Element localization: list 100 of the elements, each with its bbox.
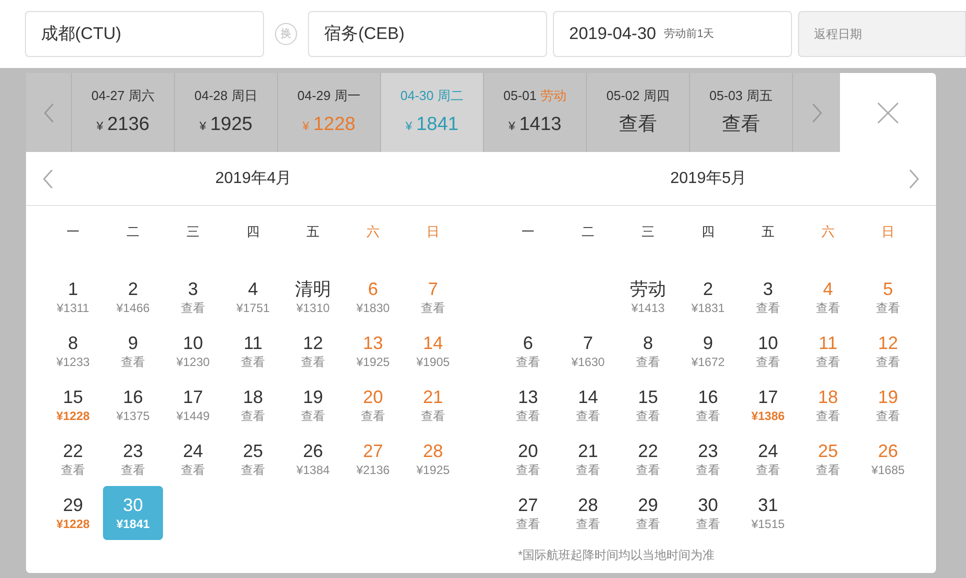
calendar-day[interactable]: 31 ¥1515 xyxy=(738,486,798,540)
price: 1841 xyxy=(416,113,458,137)
calendar-day[interactable]: 7 ¥1630 xyxy=(558,324,618,378)
weekday-header: 一 xyxy=(522,222,534,241)
date-label: 05-02 xyxy=(606,86,640,104)
calendar-day[interactable]: 29 查看 xyxy=(618,486,678,540)
calendar-day[interactable]: 7 查看 xyxy=(403,270,463,324)
calendar-day[interactable]: 21 查看 xyxy=(403,378,463,432)
weekday-header: 三 xyxy=(186,222,200,241)
date-tab[interactable]: 05-01 劳动 ¥ 1413 xyxy=(484,73,587,152)
calendar-day[interactable]: 18 查看 xyxy=(798,378,858,432)
calendar-day[interactable]: 12 查看 xyxy=(283,324,343,378)
date-tab[interactable]: 05-03 周五 查看 xyxy=(690,73,793,152)
calendar-day[interactable]: 25 查看 xyxy=(223,432,283,486)
weekday-label: 周五 xyxy=(746,86,773,104)
calendar-day[interactable]: 3 查看 xyxy=(738,270,798,324)
next-month-icon[interactable] xyxy=(909,169,919,189)
calendar-day[interactable]: 13 ¥1925 xyxy=(343,324,403,378)
calendar-day[interactable]: 9 查看 xyxy=(103,324,163,378)
price: 1228 xyxy=(313,113,356,137)
date-tab[interactable]: 04-27 周六 ¥ 2136 xyxy=(72,73,175,152)
calendar-day[interactable]: 11 查看 xyxy=(798,324,858,378)
weekday-header: 四 xyxy=(246,222,260,241)
calendar-day[interactable]: 5 查看 xyxy=(858,270,918,324)
calendar-day[interactable]: 26 ¥1384 xyxy=(283,432,343,486)
calendar-day[interactable]: 2 ¥1831 xyxy=(678,270,738,324)
calendar-day[interactable]: 3 查看 xyxy=(163,270,223,324)
calendar-day[interactable]: 22 查看 xyxy=(43,432,103,486)
calendar-day[interactable]: 27 ¥2136 xyxy=(343,432,403,486)
origin-field[interactable]: 成都(CTU) xyxy=(25,11,264,57)
price: 1925 xyxy=(210,113,252,137)
previous-date-button[interactable] xyxy=(26,73,72,152)
calendar-day[interactable]: 18 查看 xyxy=(223,378,283,432)
weekday-header: 日 xyxy=(882,222,894,241)
calendar-day[interactable]: 26 ¥1685 xyxy=(858,432,918,486)
calendar-day[interactable]: 28 查看 xyxy=(558,486,618,540)
calendar-day[interactable]: 清明 ¥1310 xyxy=(283,270,343,324)
calendar-day[interactable]: 14 ¥1905 xyxy=(403,324,463,378)
calendar-day[interactable]: 17 ¥1386 xyxy=(738,378,798,432)
month-title: 2019年4月 xyxy=(215,168,292,188)
calendar-day[interactable]: 16 ¥1375 xyxy=(103,378,163,432)
calendar-day[interactable]: 4 查看 xyxy=(798,270,858,324)
date-tab[interactable]: 04-29 周一 ¥ 1228 xyxy=(278,73,381,152)
calendar-day[interactable]: 25 查看 xyxy=(798,432,858,486)
currency-symbol: ¥ xyxy=(406,118,412,135)
calendar-day[interactable]: 30 查看 xyxy=(678,486,738,540)
weekday-header: 三 xyxy=(642,222,654,241)
calendar-day[interactable]: 20 查看 xyxy=(343,378,403,432)
previous-month-icon[interactable] xyxy=(43,169,53,189)
weekday-label: 周四 xyxy=(644,86,670,104)
calendar-day[interactable]: 20 查看 xyxy=(498,432,558,486)
calendar-day[interactable]: 22 查看 xyxy=(618,432,678,486)
calendar-day[interactable]: 27 查看 xyxy=(498,486,558,540)
calendar-day[interactable]: 17 ¥1449 xyxy=(163,378,223,432)
close-icon xyxy=(877,102,899,124)
calendar-day[interactable]: 24 查看 xyxy=(738,432,798,486)
date-tab[interactable]: 04-28 周日 ¥ 1925 xyxy=(175,73,278,152)
calendar-day[interactable]: 24 查看 xyxy=(163,432,223,486)
date-tab[interactable]: 05-02 周四 查看 xyxy=(587,73,690,152)
destination-field[interactable]: 宿务(CEB) xyxy=(308,11,548,57)
calendar-day[interactable]: 13 查看 xyxy=(498,378,558,432)
calendar-day[interactable]: 1 ¥1311 xyxy=(43,270,103,324)
calendar-day[interactable]: 28 ¥1925 xyxy=(403,432,463,486)
weekday-label: 周一 xyxy=(334,86,361,104)
weekday-header: 日 xyxy=(426,222,440,241)
calendar-day[interactable]: 23 查看 xyxy=(103,432,163,486)
next-date-button[interactable] xyxy=(793,73,840,152)
calendar-day[interactable]: 10 查看 xyxy=(738,324,798,378)
calendar-day[interactable]: 14 查看 xyxy=(558,378,618,432)
close-button[interactable] xyxy=(840,73,936,152)
calendar-day[interactable]: 15 ¥1228 xyxy=(43,378,103,432)
calendar-day[interactable]: 2 ¥1466 xyxy=(103,270,163,324)
calendar-day[interactable]: 10 ¥1230 xyxy=(163,324,223,378)
calendar-day[interactable]: 4 ¥1751 xyxy=(223,270,283,324)
view-link: 查看 xyxy=(619,113,657,137)
calendar-day[interactable]: 11 查看 xyxy=(223,324,283,378)
date-label: 05-01 xyxy=(503,86,537,104)
calendar-day[interactable]: 6 查看 xyxy=(498,324,558,378)
month-title: 2019年5月 xyxy=(670,168,747,188)
calendar-day[interactable]: 21 查看 xyxy=(558,432,618,486)
calendar-day[interactable]: 劳动 ¥1413 xyxy=(618,270,678,324)
weekday-header: 四 xyxy=(702,222,714,241)
date-label: 04-28 xyxy=(194,86,228,104)
calendar-day[interactable]: 8 ¥1233 xyxy=(43,324,103,378)
chevron-right-icon xyxy=(812,102,822,122)
weekday-header: 二 xyxy=(582,222,594,241)
departure-date-field[interactable]: 2019-04-30 劳动前1天 xyxy=(553,11,792,57)
weekday-header: 二 xyxy=(126,222,140,241)
calendar-day[interactable]: 9 ¥1672 xyxy=(678,324,738,378)
calendar-day[interactable]: 19 查看 xyxy=(283,378,343,432)
calendar-day[interactable]: 6 ¥1830 xyxy=(343,270,403,324)
calendar-day[interactable]: 29 ¥1228 xyxy=(43,486,103,540)
calendar-day[interactable]: 8 查看 xyxy=(618,324,678,378)
calendar-day[interactable]: 15 查看 xyxy=(618,378,678,432)
calendar-day[interactable]: 19 查看 xyxy=(858,378,918,432)
calendar-day[interactable]: 12 查看 xyxy=(858,324,918,378)
calendar-day[interactable]: 23 查看 xyxy=(678,432,738,486)
calendar-day[interactable]: 16 查看 xyxy=(678,378,738,432)
weekday-label: 周日 xyxy=(232,86,258,104)
weekday-label: 周六 xyxy=(128,86,155,104)
